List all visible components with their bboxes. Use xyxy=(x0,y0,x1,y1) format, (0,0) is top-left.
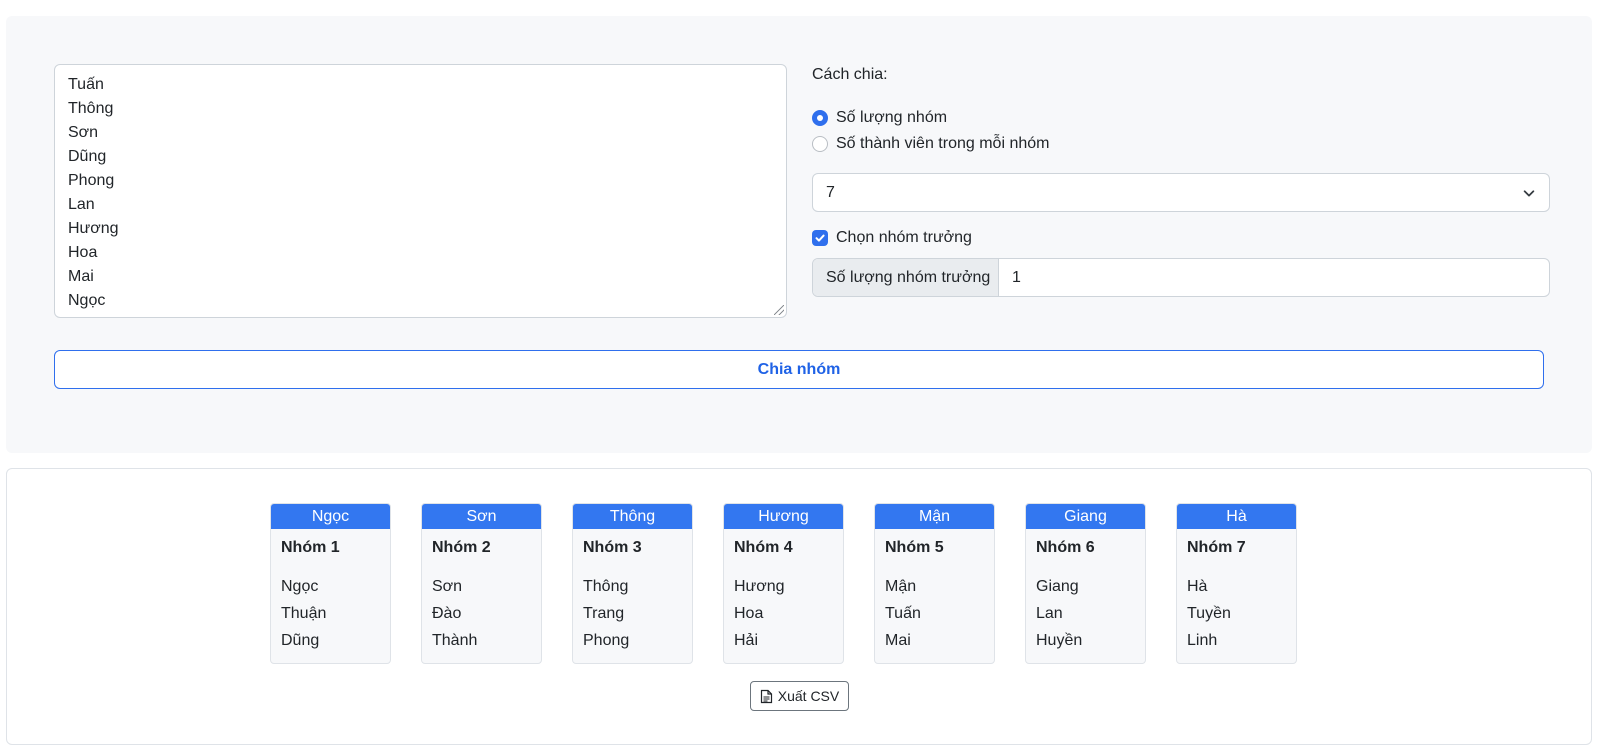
group-member: Hải xyxy=(734,632,759,649)
group-title: Nhóm 4 xyxy=(734,539,793,556)
group-count-select[interactable]: 7 xyxy=(812,173,1550,212)
leader-count-input-group: Số lượng nhóm trưởng 1 xyxy=(812,258,1550,297)
radio-group-count-label: Số lượng nhóm xyxy=(836,109,948,126)
radio-button[interactable] xyxy=(812,136,828,152)
group-title: Nhóm 6 xyxy=(1036,539,1095,556)
name-line: Thông xyxy=(68,100,114,117)
select-value: 7 xyxy=(826,183,835,201)
name-line: Phong xyxy=(68,172,115,189)
resize-handle-icon[interactable] xyxy=(774,305,784,315)
leader-count-input[interactable]: 1 xyxy=(999,259,1549,296)
group-leader-header: Hương xyxy=(724,504,843,529)
radio-button-checked[interactable] xyxy=(812,110,828,126)
group-member: Thuận xyxy=(281,605,327,622)
group-card: Sơn Nhóm 2 Sơn Đào Thành xyxy=(421,503,542,664)
group-title: Nhóm 1 xyxy=(281,539,340,556)
group-members: Hà Tuyền Linh xyxy=(1187,573,1296,654)
group-members: Giang Lan Huyền xyxy=(1036,573,1145,654)
name-line: Hương xyxy=(68,220,119,237)
group-members: Sơn Đào Thành xyxy=(432,573,541,654)
group-member: Hoa xyxy=(734,605,764,622)
group-member: Thành xyxy=(432,632,478,649)
group-title: Nhóm 2 xyxy=(432,539,491,556)
group-members: Mận Tuấn Mai xyxy=(885,573,994,654)
name-line: Sơn xyxy=(68,124,99,141)
name-line: Tuấn xyxy=(68,76,104,93)
group-card: Ngọc Nhóm 1 Ngọc Thuận Dũng xyxy=(270,503,391,664)
name-line: Lan xyxy=(68,196,95,213)
name-line: Ngọc xyxy=(68,292,106,309)
group-member: Đào xyxy=(432,605,462,622)
group-member: Mận xyxy=(885,578,917,595)
group-member: Thông xyxy=(583,578,629,595)
group-card: Thông Nhóm 3 Thông Trang Phong xyxy=(572,503,693,664)
group-leader-header: Sơn xyxy=(422,504,541,529)
chevron-down-icon xyxy=(1523,189,1535,196)
group-member: Huyền xyxy=(1036,632,1083,649)
names-list: Tuấn Thông Sơn Dũng Phong Lan Hương Hoa … xyxy=(55,65,786,317)
group-card: Giang Nhóm 6 Giang Lan Huyền xyxy=(1025,503,1146,664)
radio-members-per-group[interactable]: Số thành viên trong mỗi nhóm xyxy=(812,132,1049,156)
leader-checkbox-row[interactable]: Chọn nhóm trưởng xyxy=(812,226,972,250)
leader-checkbox-label: Chọn nhóm trưởng xyxy=(836,229,972,246)
group-members: Hương Hoa Hải xyxy=(734,573,843,654)
group-card: Hà Nhóm 7 Hà Tuyền Linh xyxy=(1176,503,1297,664)
group-member: Phong xyxy=(583,632,630,649)
name-line: Hoa xyxy=(68,244,98,261)
group-member: Ngọc xyxy=(281,578,319,595)
checkbox-checked-icon[interactable] xyxy=(812,230,828,246)
export-csv-button[interactable]: Xuất CSV xyxy=(750,681,849,711)
names-textarea[interactable]: Tuấn Thông Sơn Dũng Phong Lan Hương Hoa … xyxy=(54,64,787,318)
group-member: Tuấn xyxy=(885,605,921,622)
leader-count-label: Số lượng nhóm trưởng xyxy=(813,259,999,296)
group-member: Trang xyxy=(583,605,625,622)
group-member: Sơn xyxy=(432,578,463,595)
radio-members-label: Số thành viên trong mỗi nhóm xyxy=(836,135,1050,152)
group-member: Lan xyxy=(1036,605,1063,622)
group-members: Ngọc Thuận Dũng xyxy=(281,573,390,654)
group-members: Thông Trang Phong xyxy=(583,573,692,654)
group-member: Mai xyxy=(885,632,911,649)
group-title: Nhóm 7 xyxy=(1187,539,1246,556)
group-leader-header: Thông xyxy=(573,504,692,529)
group-member: Linh xyxy=(1187,632,1218,649)
group-member: Hà xyxy=(1187,578,1208,595)
group-leader-header: Giang xyxy=(1026,504,1145,529)
name-line: Dũng xyxy=(68,148,107,165)
group-card: Mận Nhóm 5 Mận Tuấn Mai xyxy=(874,503,995,664)
file-text-icon xyxy=(760,689,772,703)
group-leader-header: Hà xyxy=(1177,504,1296,529)
export-csv-label: Xuất CSV xyxy=(777,688,840,704)
split-groups-button[interactable]: Chia nhóm xyxy=(54,350,1544,389)
group-member: Dũng xyxy=(281,632,320,649)
name-line: Mai xyxy=(68,268,94,285)
group-card: Hương Nhóm 4 Hương Hoa Hải xyxy=(723,503,844,664)
group-member: Tuyền xyxy=(1187,605,1231,622)
radio-group-count[interactable]: Số lượng nhóm xyxy=(812,106,947,130)
input-panel: Tuấn Thông Sơn Dũng Phong Lan Hương Hoa … xyxy=(6,16,1592,453)
group-leader-header: Ngọc xyxy=(271,504,390,529)
results-panel: Ngọc Nhóm 1 Ngọc Thuận Dũng Sơn Nhóm 2 S… xyxy=(6,468,1592,745)
group-member: Hương xyxy=(734,578,785,595)
group-title: Nhóm 5 xyxy=(885,539,944,556)
mode-label: Cách chia: xyxy=(812,66,888,83)
group-leader-header: Mận xyxy=(875,504,994,529)
group-member: Giang xyxy=(1036,578,1079,595)
group-title: Nhóm 3 xyxy=(583,539,642,556)
